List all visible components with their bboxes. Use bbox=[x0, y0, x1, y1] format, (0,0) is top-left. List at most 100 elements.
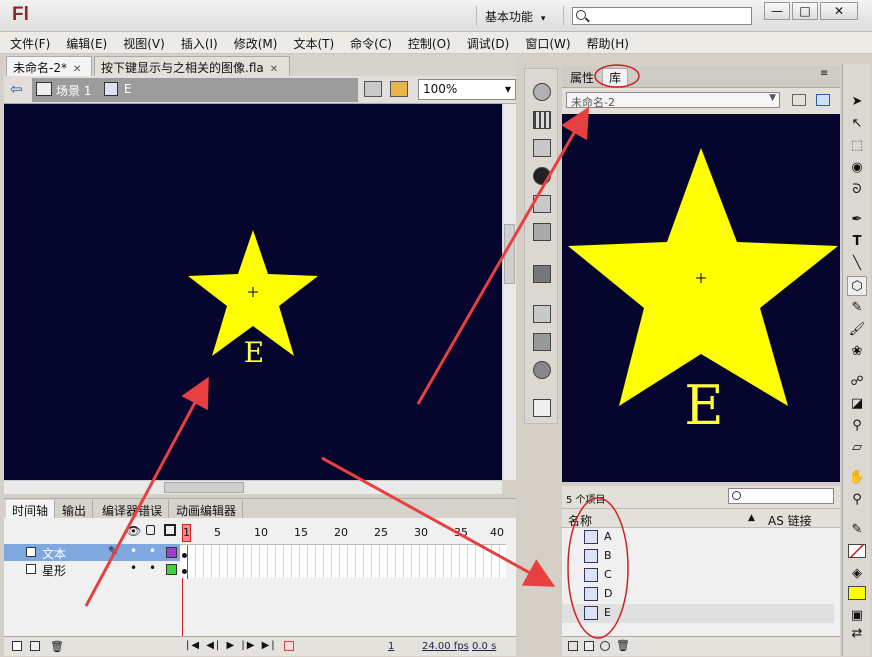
motion-presets-icon[interactable] bbox=[533, 361, 551, 379]
hand-tool-icon[interactable]: ✋ bbox=[847, 468, 867, 488]
default-colors-icon[interactable]: ▣ bbox=[847, 606, 867, 626]
menu-view[interactable]: 视图(V) bbox=[113, 32, 171, 52]
swatches-icon[interactable] bbox=[533, 111, 551, 129]
selection-tool-icon[interactable]: ➤ bbox=[847, 92, 867, 112]
components-icon[interactable] bbox=[533, 333, 551, 351]
layer-row-star[interactable]: 星形 • • bbox=[4, 561, 180, 578]
stage-canvas[interactable]: E bbox=[4, 104, 502, 480]
stage-letter[interactable]: E bbox=[244, 336, 264, 369]
3d-rotation-tool-icon[interactable]: ◉ bbox=[847, 158, 867, 178]
menu-file[interactable]: 文件(F) bbox=[0, 32, 56, 52]
fill-color-swatch[interactable] bbox=[848, 586, 866, 600]
layer-color-swatch[interactable] bbox=[166, 547, 177, 558]
doc-tab-untitled[interactable]: 未命名-2* ✕ bbox=[6, 56, 92, 76]
visibility-dot[interactable]: • bbox=[130, 561, 137, 575]
transform-icon[interactable] bbox=[533, 195, 551, 213]
library-item-b[interactable]: B bbox=[562, 547, 834, 566]
library-item-c[interactable]: C bbox=[562, 566, 834, 585]
stroke-color-icon[interactable]: ✎ bbox=[847, 520, 867, 540]
lock-dot[interactable]: • bbox=[149, 544, 156, 558]
panel-menu-icon[interactable]: ≡ bbox=[820, 68, 828, 79]
scene-panel-icon[interactable] bbox=[533, 399, 551, 417]
swap-colors-icon[interactable]: ⇄ bbox=[847, 624, 867, 644]
playback-controls[interactable]: |◀ ◀| ▶ |▶ ▶| bbox=[186, 640, 277, 651]
new-layer-icon[interactable] bbox=[12, 641, 22, 651]
stage-vertical-scrollbar[interactable] bbox=[502, 104, 516, 480]
library-document-select[interactable]: 未命名-2 ▼ bbox=[566, 92, 780, 109]
zoom-tool-icon[interactable]: ⚲ bbox=[847, 490, 867, 510]
frame-rate[interactable]: 24.00 fps bbox=[422, 641, 469, 652]
library-item-e[interactable]: E bbox=[562, 604, 834, 623]
minimize-button[interactable]: — bbox=[764, 2, 790, 20]
new-folder-icon[interactable] bbox=[30, 641, 40, 651]
actions-icon[interactable] bbox=[533, 305, 551, 323]
pin-library-icon[interactable] bbox=[792, 94, 806, 106]
close-icon[interactable]: ✕ bbox=[270, 64, 278, 75]
close-button[interactable]: ✕ bbox=[820, 2, 858, 20]
layer-color-swatch[interactable] bbox=[166, 564, 177, 575]
free-transform-tool-icon[interactable]: ⬚ bbox=[847, 136, 867, 156]
stage-horizontal-scrollbar[interactable] bbox=[4, 480, 502, 494]
pen-tool-icon[interactable]: ✒ bbox=[847, 210, 867, 230]
workspace-switcher[interactable]: 基本功能 ▾ bbox=[476, 6, 564, 26]
tab-output[interactable]: 输出 bbox=[56, 500, 94, 519]
menu-control[interactable]: 控制(O) bbox=[398, 32, 457, 52]
lock-dot[interactable]: • bbox=[149, 561, 156, 575]
polystar-tool-icon[interactable]: ⬡ bbox=[847, 276, 867, 296]
menu-modify[interactable]: 修改(M) bbox=[224, 32, 284, 52]
align-icon[interactable] bbox=[533, 139, 551, 157]
breadcrumb-symbol[interactable]: E bbox=[124, 82, 132, 96]
scroll-thumb[interactable] bbox=[504, 224, 515, 284]
trash-icon[interactable]: 🗑 bbox=[50, 640, 64, 653]
menu-edit[interactable]: 编辑(E) bbox=[56, 32, 113, 52]
breadcrumb-scene[interactable]: 场景 1 bbox=[56, 82, 91, 99]
line-tool-icon[interactable]: ╲ bbox=[847, 254, 867, 274]
tab-compiler-errors[interactable]: 编译器错误 bbox=[96, 500, 170, 519]
restore-button[interactable]: □ bbox=[792, 2, 818, 20]
column-as-linkage[interactable]: AS 链接 bbox=[768, 512, 812, 529]
menu-window[interactable]: 窗口(W) bbox=[515, 32, 576, 52]
deco-tool-icon[interactable]: ❀ bbox=[847, 342, 867, 362]
new-folder-icon[interactable] bbox=[584, 641, 594, 651]
edit-symbols-icon[interactable] bbox=[364, 81, 382, 97]
layer-row-text[interactable]: 文本 ✎ • • bbox=[4, 544, 180, 561]
menu-debug[interactable]: 调试(D) bbox=[457, 32, 516, 52]
visibility-dot[interactable]: • bbox=[130, 544, 137, 558]
lock-icon[interactable] bbox=[146, 525, 155, 535]
menu-insert[interactable]: 插入(I) bbox=[171, 32, 224, 52]
lasso-tool-icon[interactable]: ᘐ bbox=[847, 180, 867, 200]
eye-icon[interactable]: 👁 bbox=[126, 524, 141, 538]
back-arrow-icon[interactable]: ⇦ bbox=[10, 80, 23, 98]
library-search-input[interactable] bbox=[728, 488, 834, 504]
scroll-thumb[interactable] bbox=[164, 482, 244, 493]
column-name[interactable]: 名称 bbox=[568, 512, 592, 529]
new-library-panel-icon[interactable] bbox=[816, 94, 830, 106]
brush-tool-icon[interactable]: 🖌 bbox=[847, 320, 867, 340]
tab-timeline[interactable]: 时间轴 bbox=[6, 500, 56, 519]
subselection-tool-icon[interactable]: ↖ bbox=[847, 114, 867, 134]
help-search-input[interactable] bbox=[572, 7, 752, 25]
frame-grid[interactable] bbox=[180, 544, 506, 579]
bone-tool-icon[interactable]: ☍ bbox=[847, 372, 867, 392]
pencil-tool-icon[interactable]: ✎ bbox=[847, 298, 867, 318]
stroke-color-swatch[interactable] bbox=[848, 544, 866, 558]
tab-properties[interactable]: 属性 bbox=[570, 69, 594, 86]
menu-commands[interactable]: 命令(C) bbox=[340, 32, 398, 52]
sort-icon[interactable]: ▲ bbox=[748, 513, 755, 523]
eyedropper-icon[interactable]: ⚲ bbox=[847, 416, 867, 436]
paint-bucket-icon[interactable]: ◪ bbox=[847, 394, 867, 414]
zoom-select[interactable]: 100% ▾ bbox=[418, 79, 516, 100]
code-snippets-icon[interactable] bbox=[533, 223, 551, 241]
color-palette-icon[interactable] bbox=[533, 83, 551, 101]
library-item-a[interactable]: A bbox=[562, 528, 834, 547]
elapsed-time[interactable]: 0.0 s bbox=[472, 641, 496, 652]
edit-scene-icon[interactable] bbox=[390, 81, 408, 97]
eraser-icon[interactable]: ▱ bbox=[847, 438, 867, 458]
properties-icon[interactable] bbox=[600, 641, 610, 651]
tab-motion-editor[interactable]: 动画编辑器 bbox=[170, 500, 244, 519]
tab-library[interactable]: 库 bbox=[602, 68, 629, 86]
menu-help[interactable]: 帮助(H) bbox=[577, 32, 635, 52]
onion-skin-icon[interactable] bbox=[284, 641, 294, 651]
text-tool-icon[interactable]: T bbox=[847, 232, 867, 252]
fill-bucket-icon[interactable]: ◈ bbox=[847, 564, 867, 584]
